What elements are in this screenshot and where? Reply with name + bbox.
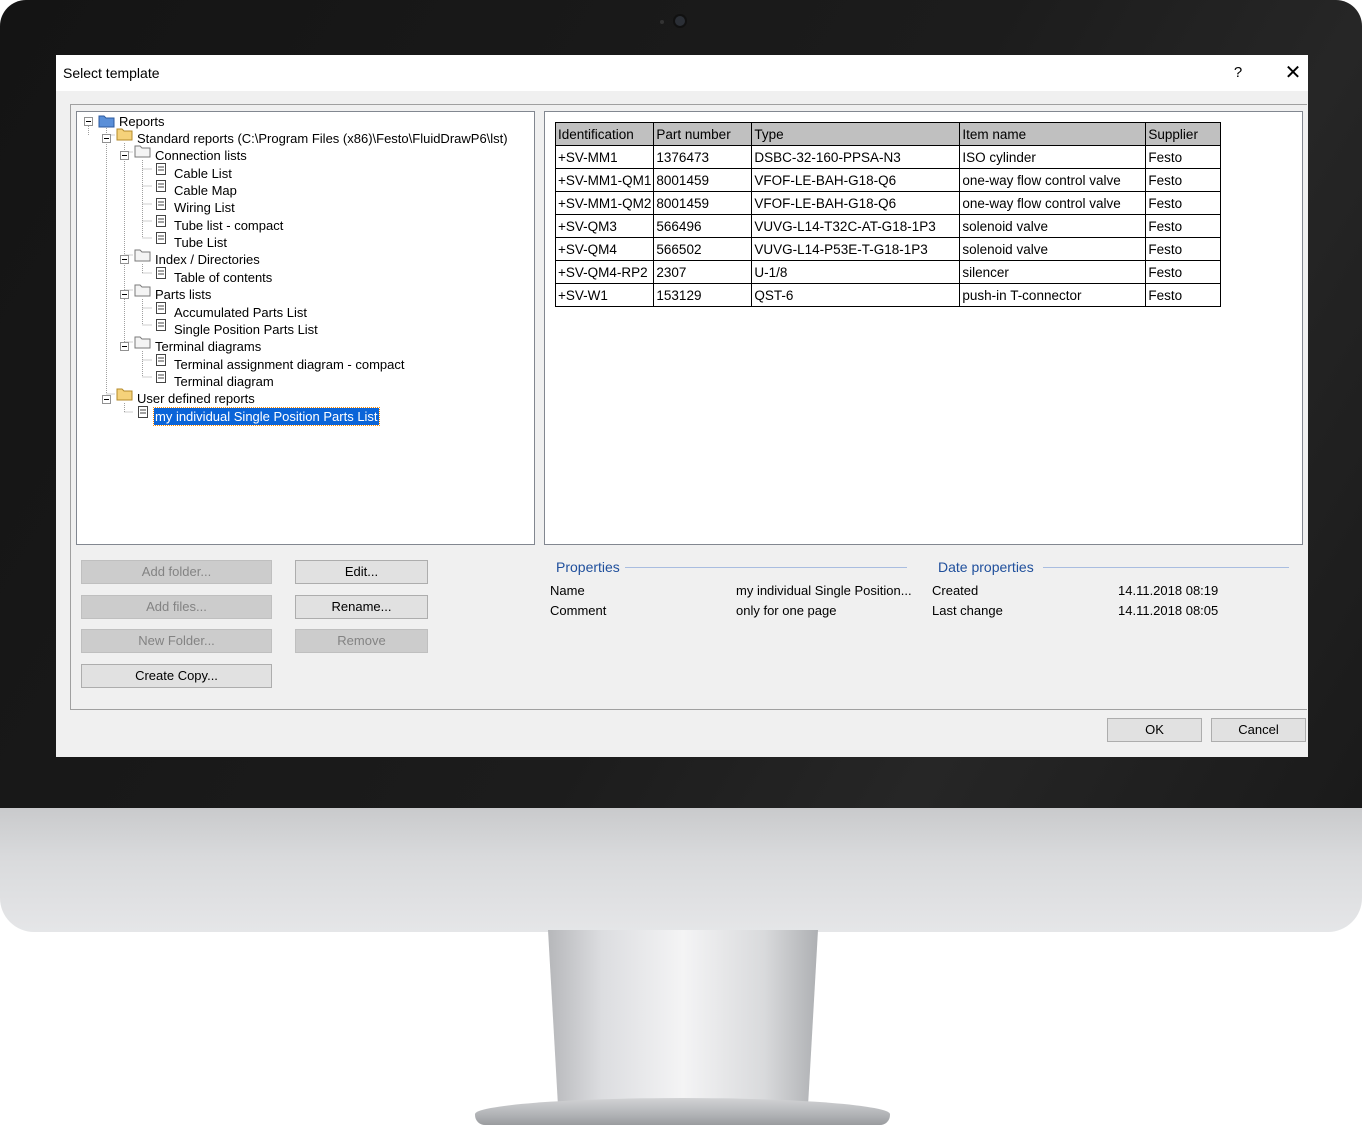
preview-table: Identification Part number Type Item nam… — [554, 122, 1222, 307]
cell-part-number: 8001459 — [653, 168, 753, 192]
cell-item-name: push-in T-connector — [959, 283, 1147, 307]
cell-type: VUVG-L14-P53E-T-G18-1P3 — [751, 237, 961, 261]
cell-identification: +SV-MM1 — [554, 145, 655, 169]
table-row: +SV-QM3 566496 VUVG-L14-T32C-AT-G18-1P3 … — [554, 214, 1222, 238]
name-value: my individual Single Position... — [736, 583, 912, 598]
cell-supplier: Festo — [1145, 237, 1222, 261]
add-files-button[interactable]: Add files... — [81, 595, 272, 619]
table-header-row: Identification Part number Type Item nam… — [554, 122, 1222, 146]
cell-supplier: Festo — [1145, 260, 1222, 284]
cell-type: VUVG-L14-T32C-AT-G18-1P3 — [751, 214, 961, 238]
monitor-stand — [548, 930, 818, 1120]
cell-identification: +SV-MM1-QM1 — [554, 168, 655, 192]
collapse-toggle-user-defined[interactable] — [102, 395, 111, 404]
cell-item-name: silencer — [959, 260, 1147, 284]
cell-item-name: one-way flow control valve — [959, 168, 1147, 192]
cell-part-number: 566502 — [653, 237, 753, 261]
close-button[interactable]: ✕ — [1280, 61, 1306, 85]
cell-item-name: ISO cylinder — [959, 145, 1147, 169]
new-folder-button[interactable]: New Folder... — [81, 629, 272, 653]
table-row: +SV-MM1-QM1 8001459 VFOF-LE-BAH-G18-Q6 o… — [554, 168, 1222, 192]
collapse-toggle-index[interactable] — [120, 255, 129, 264]
collapse-toggle-parts-lists[interactable] — [120, 290, 129, 299]
cell-identification: +SV-QM4-RP2 — [554, 260, 655, 284]
help-button[interactable]: ? — [1226, 61, 1250, 85]
monitor-stand-base — [475, 1098, 890, 1125]
name-label: Name — [550, 583, 585, 598]
cell-supplier: Festo — [1145, 191, 1222, 215]
cell-identification: +SV-W1 — [554, 283, 655, 307]
create-copy-button[interactable]: Create Copy... — [81, 664, 272, 688]
date-properties-divider — [1043, 567, 1289, 568]
cell-supplier: Festo — [1145, 283, 1222, 307]
template-tree[interactable]: Reports Standard reports (C:\Program Fil… — [76, 111, 535, 545]
last-change-value: 14.11.2018 08:05 — [1118, 603, 1219, 618]
cell-supplier: Festo — [1145, 145, 1222, 169]
cell-part-number: 8001459 — [653, 191, 753, 215]
table-row: +SV-QM4-RP2 2307 U-1/8 silencer Festo — [554, 260, 1222, 284]
cell-item-name: one-way flow control valve — [959, 191, 1147, 215]
column-header-part-number: Part number — [653, 122, 753, 146]
comment-value: only for one page — [736, 603, 837, 618]
collapse-toggle-connection-lists[interactable] — [120, 151, 129, 160]
column-header-item-name: Item name — [959, 122, 1147, 146]
cell-identification: +SV-QM4 — [554, 237, 655, 261]
table-row: +SV-MM1 1376473 DSBC-32-160-PPSA-N3 ISO … — [554, 145, 1222, 169]
last-change-label: Last change — [932, 603, 1003, 618]
edit-button[interactable]: Edit... — [295, 560, 428, 584]
column-header-supplier: Supplier — [1145, 122, 1222, 146]
cancel-button[interactable]: Cancel — [1211, 718, 1306, 742]
cell-identification: +SV-MM1-QM2 — [554, 191, 655, 215]
template-preview: Identification Part number Type Item nam… — [544, 111, 1303, 545]
comment-label: Comment — [550, 603, 607, 618]
collapse-toggle-reports[interactable] — [84, 117, 93, 126]
table-row: +SV-QM4 566502 VUVG-L14-P53E-T-G18-1P3 s… — [554, 237, 1222, 261]
table-row: +SV-W1 153129 QST-6 push-in T-connector … — [554, 283, 1222, 307]
cell-part-number: 2307 — [653, 260, 753, 284]
rename-button[interactable]: Rename... — [295, 595, 428, 619]
ok-button[interactable]: OK — [1107, 718, 1202, 742]
cell-part-number: 1376473 — [653, 145, 753, 169]
date-properties-heading: Date properties — [938, 559, 1034, 575]
cell-type: VFOF-LE-BAH-G18-Q6 — [751, 168, 961, 192]
cell-item-name: solenoid valve — [959, 214, 1147, 238]
properties-heading: Properties — [556, 559, 620, 575]
collapse-toggle-terminal-diagrams[interactable] — [120, 342, 129, 351]
cell-part-number: 566496 — [653, 214, 753, 238]
select-template-dialog: Select template ? ✕ Reports Standard rep… — [56, 55, 1308, 757]
collapse-toggle-standard-reports[interactable] — [102, 134, 111, 143]
created-label: Created — [932, 583, 979, 598]
sensor-dot — [660, 20, 664, 24]
monitor-chin — [0, 808, 1362, 932]
cell-type: QST-6 — [751, 283, 961, 307]
cell-supplier: Festo — [1145, 214, 1222, 238]
properties-divider — [625, 567, 907, 568]
title-bar: Select template ? ✕ — [56, 55, 1308, 91]
table-row: +SV-MM1-QM2 8001459 VFOF-LE-BAH-G18-Q6 o… — [554, 191, 1222, 215]
cell-type: VFOF-LE-BAH-G18-Q6 — [751, 191, 961, 215]
dialog-title: Select template — [63, 65, 160, 81]
cell-supplier: Festo — [1145, 168, 1222, 192]
column-header-type: Type — [751, 122, 961, 146]
cell-identification: +SV-QM3 — [554, 214, 655, 238]
cell-part-number: 153129 — [653, 283, 753, 307]
add-folder-button[interactable]: Add folder... — [81, 560, 272, 584]
created-value: 14.11.2018 08:19 — [1118, 583, 1219, 598]
cell-item-name: solenoid valve — [959, 237, 1147, 261]
cell-type: DSBC-32-160-PPSA-N3 — [751, 145, 961, 169]
column-header-identification: Identification — [554, 122, 655, 146]
remove-button[interactable]: Remove — [295, 629, 428, 653]
cell-type: U-1/8 — [751, 260, 961, 284]
webcam — [675, 16, 685, 26]
